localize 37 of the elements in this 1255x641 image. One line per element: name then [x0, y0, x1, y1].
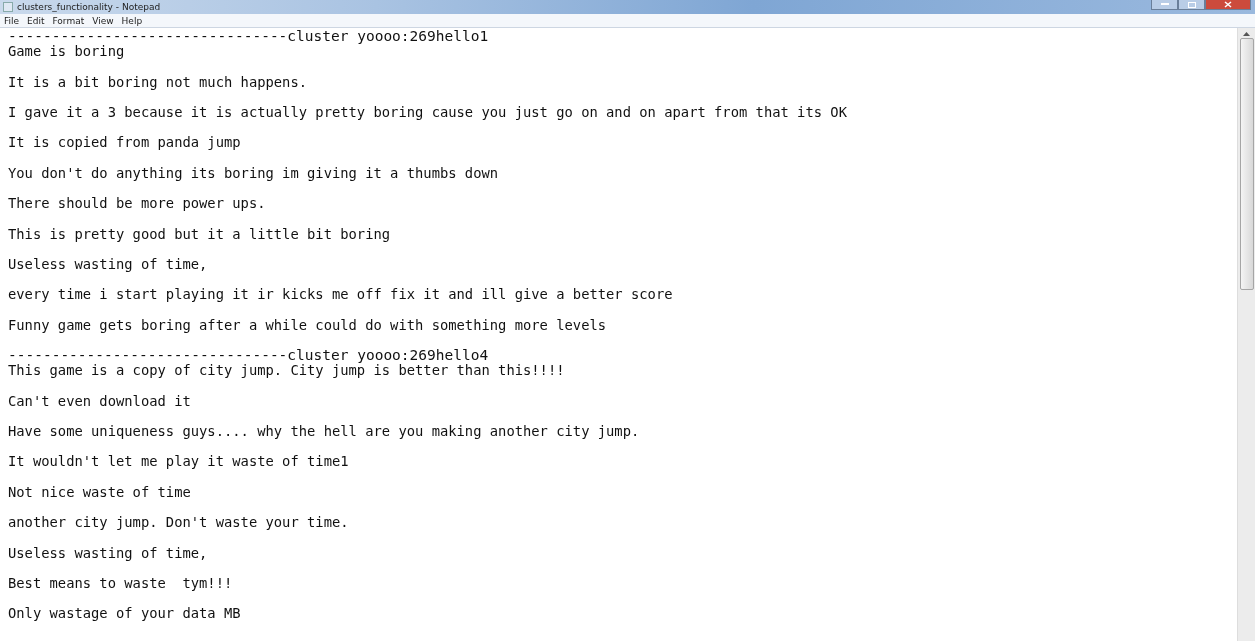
text-line: This is pretty good but it a little bit boring: [8, 226, 392, 242]
close-icon: [1224, 1, 1232, 8]
text-line: I gave it a 3 because it is actually pretty boring cause you just go on and on apart from that its OK: [8, 105, 848, 121]
text-line: Useless wasting of time,: [8, 545, 209, 561]
text-line: Not nice waste of time: [8, 484, 192, 501]
text-line: This game is a copy of city jump. City jump is better than this!!!!: [8, 363, 566, 379]
minimize-button[interactable]: [1151, 0, 1178, 10]
text-line: Best means to waste tym!!!: [8, 576, 234, 592]
scrollbar-thumb[interactable]: [1239, 38, 1254, 290]
text-line: Funny game gets boring after a while could do with something more levels: [8, 317, 608, 333]
cluster-separator: --------------------------------cluster yoooo:269hello4: [8, 348, 490, 364]
text-line: Have some uniqueness guys.... why the hell are you making another city jump.: [8, 424, 641, 440]
maximize-button[interactable]: [1178, 0, 1205, 10]
text-line: Only wastage of your data MB: [8, 606, 242, 622]
text-line: It wouldn't let me play it waste of time1: [8, 454, 350, 470]
text-line: Game is boring: [8, 44, 126, 60]
menu-item[interactable]: Edit: [27, 15, 45, 26]
menu-item[interactable]: Format: [52, 15, 85, 26]
text-line: Useless wasting of time,: [8, 256, 209, 273]
text-line: There should be more power ups.: [8, 196, 267, 212]
minimize-icon: [1160, 3, 1169, 6]
notepad-icon: [3, 2, 13, 12]
menu-item[interactable]: Help: [121, 15, 143, 26]
menu-item[interactable]: View: [92, 15, 114, 26]
text-line: It is copied from panda jump: [8, 135, 242, 151]
menu-item[interactable]: File: [4, 15, 20, 26]
text-line: It is a bit boring not much happens.: [8, 74, 309, 90]
maximize-icon: [1187, 1, 1196, 8]
scrollbar[interactable]: [1237, 28, 1255, 641]
text-line: another city jump. Don't waste your time.: [8, 515, 350, 531]
scroll-up-icon[interactable]: [1243, 31, 1250, 36]
text-line: Can't even download it: [8, 393, 192, 409]
close-button[interactable]: [1205, 0, 1251, 10]
text-line: You don't do anything its boring im giving it a thumbs down: [8, 165, 500, 181]
window-title: clusters_functionality - Notepad: [17, 2, 162, 12]
text-line: every time i start playing it ir kicks me off fix it and ill give a better score: [8, 287, 674, 303]
cluster-separator: --------------------------------cluster yoooo:269hello1: [8, 29, 490, 45]
